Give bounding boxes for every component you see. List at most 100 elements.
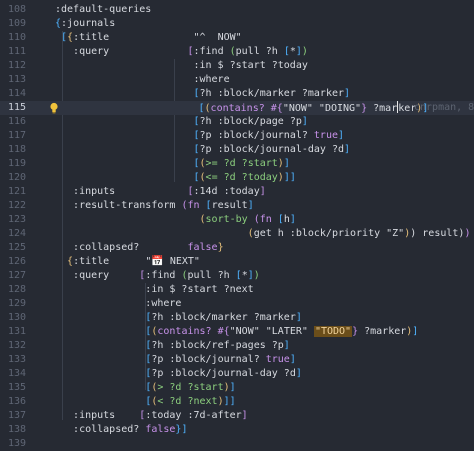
code-token: :14d :today (193, 186, 260, 197)
code-line[interactable]: 124 (get h :block/priority "Z")) result)… (0, 227, 474, 241)
code-line[interactable]: 108 :default-queries (0, 3, 474, 17)
code-text[interactable]: [?p :block/journal? true] (55, 353, 296, 367)
code-line[interactable]: 125 :collapsed? false} (0, 241, 474, 255)
code-line[interactable]: 113 :where (0, 73, 474, 87)
code-text[interactable]: :in $ ?start ?next (55, 283, 254, 297)
code-text[interactable]: [?p :block/journal-day ?d] (55, 367, 302, 381)
code-token: :where (55, 298, 182, 309)
code-token: contains? (157, 326, 218, 337)
code-text[interactable]: {:journals (55, 17, 115, 31)
code-line[interactable]: 126 {:title "📅 NEXT" (0, 255, 474, 269)
code-text[interactable]: [{:title "^ NOW" (55, 31, 242, 45)
code-text[interactable]: :result-transform (fn [result] (55, 199, 254, 213)
line-number: 119 (7, 158, 26, 169)
code-line[interactable]: 132 [?h :block/ref-pages ?p] (0, 339, 474, 353)
code-token: :title (73, 256, 146, 267)
code-token: ] (412, 326, 419, 337)
code-token: ] (338, 130, 345, 141)
code-text[interactable]: :in $ ?start ?today (55, 59, 308, 73)
code-text[interactable]: [(< ?d ?next)]] (55, 395, 236, 409)
code-editor[interactable]: 108 :default-queries 109 {:journals 110 [{:t… (0, 0, 474, 449)
code-line[interactable]: 117 [?p :block/journal? true] (0, 129, 474, 143)
code-token: }] (175, 424, 188, 435)
code-text[interactable]: :inputs [:14d :today] (55, 185, 266, 199)
code-line[interactable]: 121 :inputs [:14d :today] (0, 185, 474, 199)
code-text[interactable]: :where (55, 73, 229, 87)
code-line[interactable]: 110 [{:title "^ NOW" (0, 31, 474, 45)
code-line[interactable]: 109 {:journals (0, 17, 474, 31)
code-token: ] (241, 410, 248, 421)
code-line[interactable]: 138 :collapsed? false}] (0, 423, 474, 437)
code-text[interactable]: [(> ?d ?start)] (55, 381, 235, 395)
code-text[interactable]: :where (55, 297, 181, 311)
code-line[interactable]: 136 [(< ?d ?next)]] (0, 395, 474, 409)
code-line[interactable]: 137 :inputs [:today :7d-after] (0, 409, 474, 423)
code-line[interactable]: 134 [?p :block/journal-day ?d] (0, 367, 474, 381)
code-line[interactable]: 133 [?p :block/journal? true] (0, 353, 474, 367)
lightbulb-icon[interactable] (49, 102, 59, 114)
code-line[interactable]: 114 [?h :block/marker ?marker] (0, 87, 474, 101)
code-token: true (265, 354, 290, 365)
code-token: ]] (223, 396, 236, 407)
code-line[interactable]: 139 (0, 437, 474, 451)
code-token: ) (253, 270, 260, 281)
code-token: >= ?d ?start (205, 158, 278, 169)
code-text[interactable]: [?h :block/ref-pages ?p] (55, 339, 290, 353)
code-line[interactable]: 129 :where (0, 297, 474, 311)
code-token: ?h :block/marker ?marker (151, 312, 296, 323)
code-line[interactable]: 112 :in $ ?start ?today (0, 59, 474, 73)
code-text[interactable]: [?h :block/marker ?marker] (55, 87, 350, 101)
code-line[interactable]: 127 :query [:find (pull ?h [*]) (0, 269, 474, 283)
code-token: false (145, 424, 176, 435)
code-line[interactable]: 119 [(>= ?d ?start)] (0, 157, 474, 171)
code-text[interactable]: [(contains? #{"NOW" "LATER" "TODO"} ?mar… (55, 325, 418, 339)
code-token: ] (295, 368, 302, 379)
code-token: :find (145, 270, 182, 281)
code-line[interactable]: 123 (sort-by (fn [h] (0, 213, 474, 227)
code-line[interactable]: 131 [(contains? #{"NOW" "LATER" "TODO"} … (0, 325, 474, 339)
code-line[interactable]: 130 [?h :block/marker ?marker] (0, 311, 474, 325)
code-text[interactable]: [(<= ?d ?today)]] (55, 171, 295, 185)
code-text[interactable]: :collapsed? false} (55, 241, 224, 255)
code-text[interactable]: :query [:find (pull ?h [*]) (55, 269, 260, 283)
code-text[interactable]: :query [:find (pull ?h [*]) (55, 45, 308, 59)
code-text[interactable]: [?p :block/journal? true] (55, 129, 344, 143)
line-number: 136 (7, 396, 26, 407)
code-token: "^ NOW" (193, 32, 242, 43)
code-text[interactable]: {:title "📅 NEXT" (55, 255, 200, 269)
code-text[interactable]: [?h :block/marker ?marker] (55, 311, 302, 325)
code-token: ] (344, 144, 351, 155)
code-text[interactable]: [?h :block/page ?p] (55, 115, 307, 129)
code-token: :find (193, 46, 230, 57)
code-text[interactable]: [?p :block/journal-day ?d] (55, 143, 350, 157)
code-token: "📅 NEXT" (145, 256, 200, 267)
git-blame-annotation: cnrpman, 8 (414, 102, 474, 113)
code-text[interactable]: (get h :block/priority "Z")) result)) (55, 227, 471, 241)
code-text[interactable]: :default-queries (55, 3, 151, 17)
line-number: 108 (7, 4, 26, 15)
code-token: :in $ ?start ?today (55, 60, 308, 71)
code-line[interactable]: 116 [?h :block/page ?p] (0, 115, 474, 129)
code-line[interactable]: 111 :query [:find (pull ?h [*]) (0, 45, 474, 59)
line-number: 116 (7, 116, 26, 127)
code-text[interactable]: [(contains? #{"NOW" "DOING"} ?marker)] (60, 101, 428, 116)
code-line[interactable]: 135 [(> ?d ?start)] (0, 381, 474, 395)
code-text[interactable]: :collapsed? false}] (55, 423, 187, 437)
code-line[interactable]: 115 [(contains? #{"NOW" "DOING"} ?marker… (0, 101, 474, 115)
code-line[interactable]: 128 :in $ ?start ?next (0, 283, 474, 297)
code-text[interactable]: :inputs [:today :7d-after] (55, 409, 248, 423)
code-line[interactable]: 120 [(<= ?d ?today)]] (0, 171, 474, 185)
code-token: :in $ ?start ?next (55, 284, 254, 295)
code-line[interactable]: 118 [?p :block/journal-day ?d] (0, 143, 474, 157)
code-token: pull ?h (187, 270, 236, 281)
code-text[interactable]: (sort-by (fn [h] (55, 213, 296, 227)
code-text[interactable]: [(>= ?d ?start)] (55, 157, 289, 171)
code-line[interactable]: 122 :result-transform (fn [result] (0, 199, 474, 213)
